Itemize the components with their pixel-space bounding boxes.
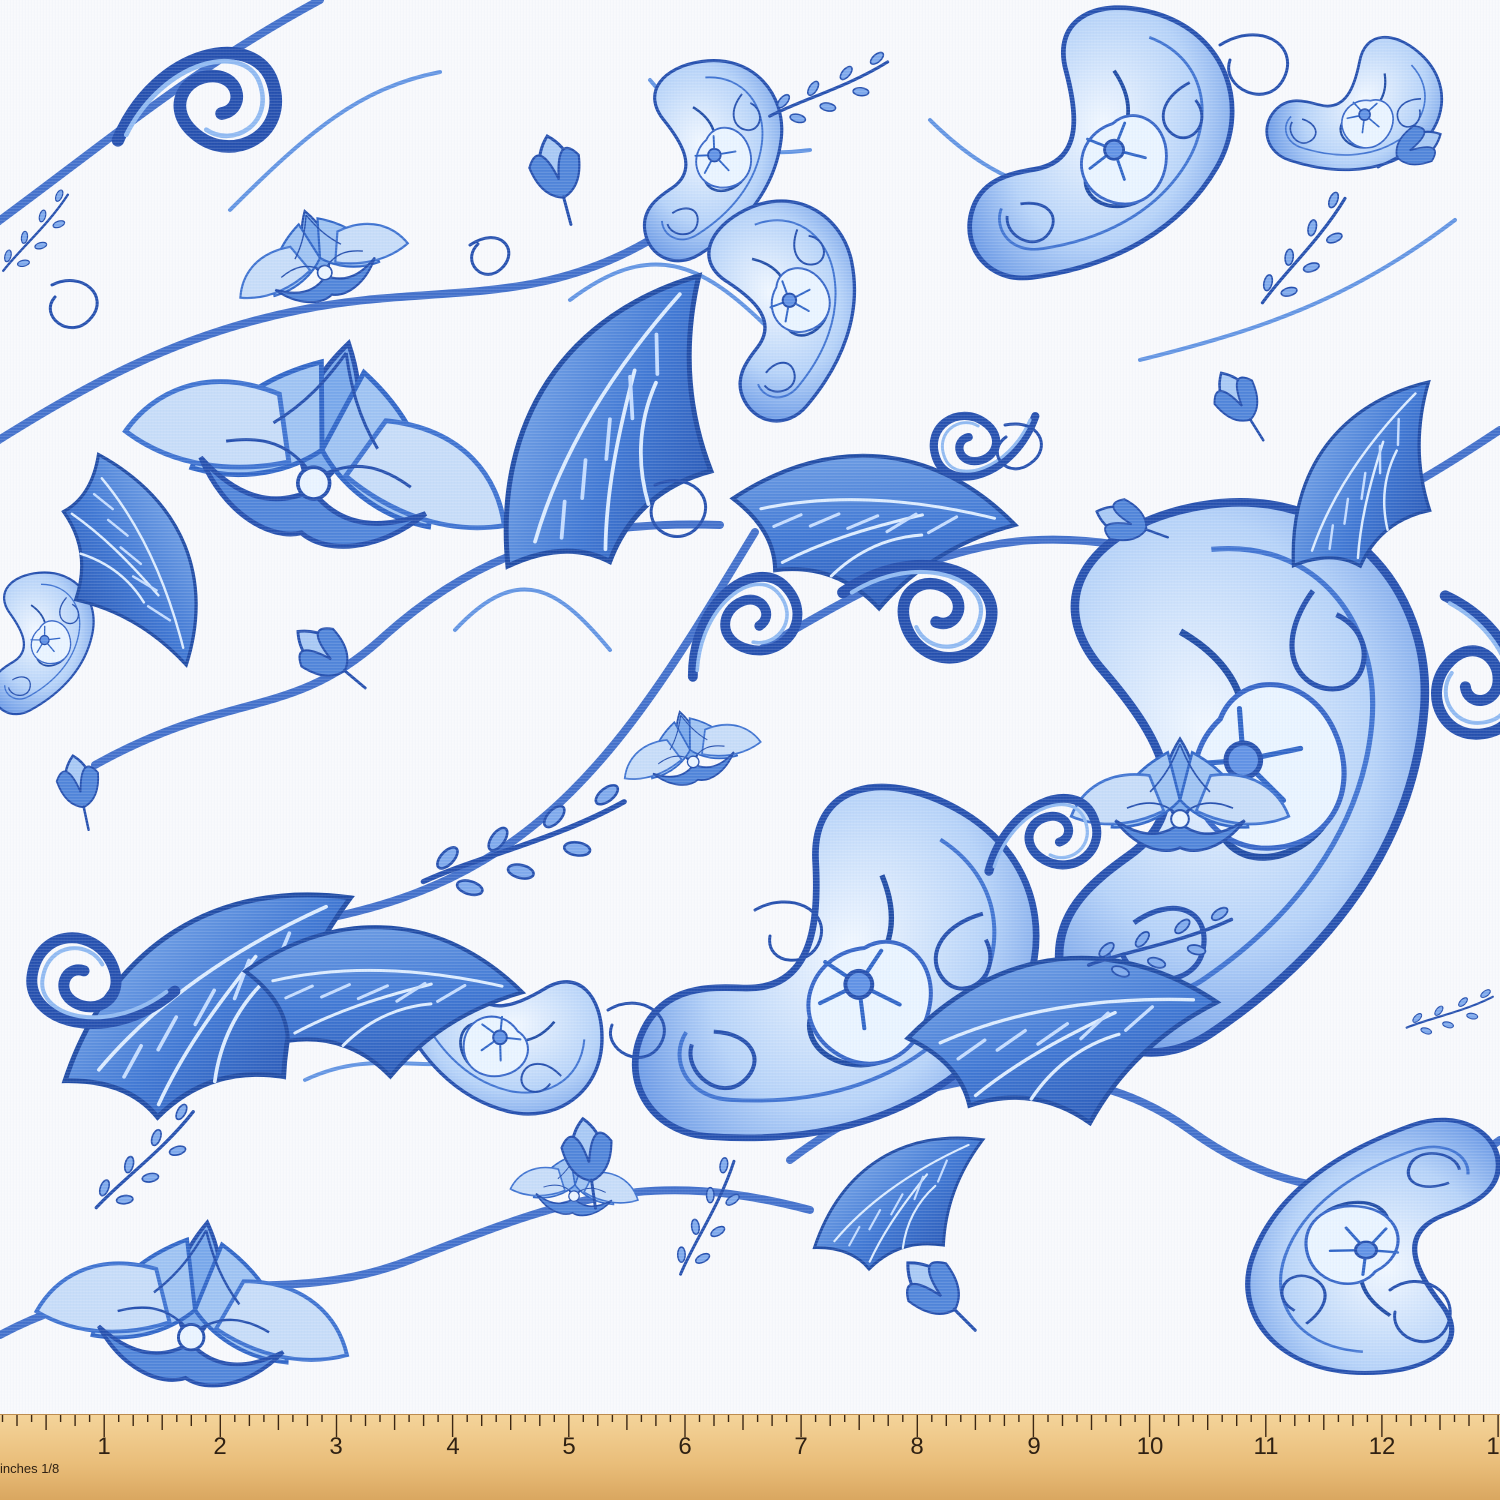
ruler-number-5: 5 <box>562 1433 576 1460</box>
ruler-number-cutoff-1: 1 <box>1486 1433 1500 1460</box>
ruler-number-10: 10 <box>1136 1433 1164 1460</box>
ruler-number-6: 6 <box>678 1433 692 1460</box>
ruler-number-9: 9 <box>1027 1433 1041 1460</box>
ruler-number-7: 7 <box>794 1433 808 1460</box>
fabric-weave-texture <box>0 0 1500 1414</box>
blue-paisley-fabric-swatch <box>0 0 1500 1414</box>
inch-ruler: 1 2 3 4 5 6 7 8 9 10 11 12 1 inches 1/8 <box>0 1414 1500 1500</box>
ruler-number-11: 11 <box>1253 1433 1279 1460</box>
ruler-number-8: 8 <box>910 1433 924 1460</box>
ruler-number-2: 2 <box>213 1433 227 1460</box>
paisley-fabric-illustration <box>0 0 1500 1414</box>
ruler-number-4: 4 <box>446 1433 460 1460</box>
ruler-number-3: 3 <box>329 1433 343 1460</box>
ruler-number-1: 1 <box>97 1433 111 1460</box>
product-scene: 1 2 3 4 5 6 7 8 9 10 11 12 1 inches 1/8 <box>0 0 1500 1500</box>
ruler-caption: inches 1/8 <box>0 1461 60 1476</box>
ruler-number-12: 12 <box>1368 1433 1396 1460</box>
